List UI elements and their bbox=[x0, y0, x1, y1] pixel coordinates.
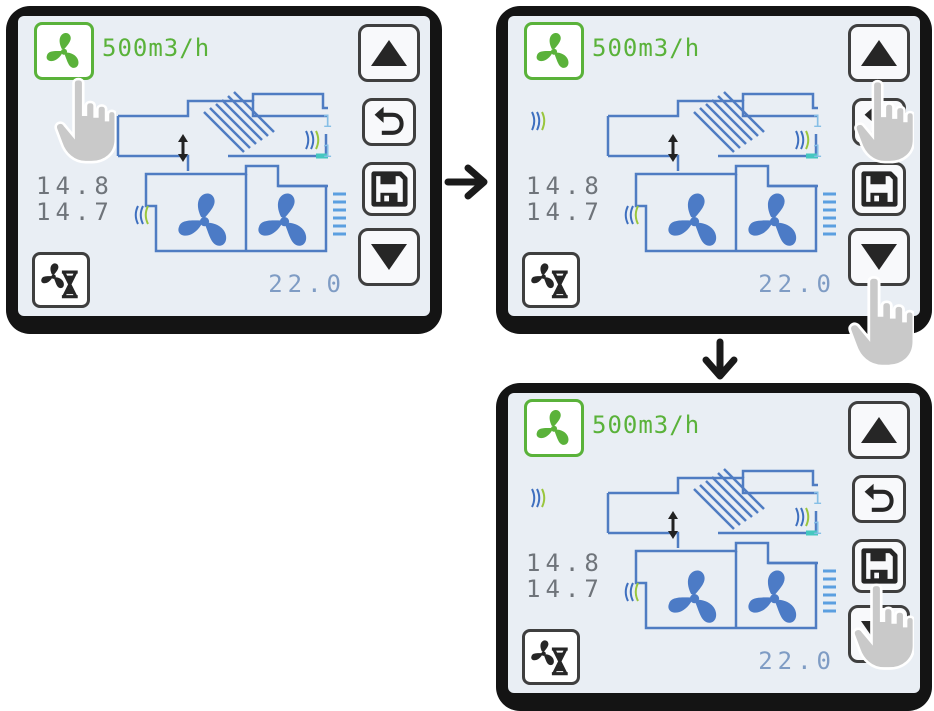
touch-screen: 500m3/h 1 1 14.8 14.7 22.0 bbox=[508, 16, 920, 316]
level-bottom: 1 bbox=[812, 519, 823, 539]
control-panel-3: 500m3/h 1 1 14.8 14.7 22.0 bbox=[496, 383, 932, 711]
level-top: 1 bbox=[812, 489, 823, 509]
triangle-up-icon bbox=[861, 417, 897, 443]
back-button[interactable] bbox=[852, 98, 906, 146]
fan-timer-icon bbox=[529, 258, 573, 302]
floppy-disk-icon bbox=[860, 170, 898, 208]
control-panel-2: 500m3/h 1 1 14.8 14.7 22.0 bbox=[496, 6, 932, 334]
touch-screen: 500m3/h 1 1 14.8 14.7 22.0 bbox=[18, 16, 430, 316]
up-button[interactable] bbox=[848, 24, 910, 82]
airflow-readout: 500m3/h bbox=[592, 34, 701, 62]
down-button[interactable] bbox=[848, 228, 910, 286]
level-bottom: 1 bbox=[322, 142, 333, 162]
undo-arrow-icon bbox=[861, 481, 897, 517]
extract-temperature: 14.7 bbox=[36, 198, 114, 226]
fan-timer-button[interactable] bbox=[522, 629, 580, 685]
inlet-airflow-icon bbox=[526, 106, 556, 136]
supply-temperature: 22.0 bbox=[758, 270, 836, 298]
extract-temperature: 14.7 bbox=[526, 575, 604, 603]
airflow-readout: 500m3/h bbox=[592, 411, 701, 439]
triangle-down-icon bbox=[861, 244, 897, 270]
outdoor-temperature: 14.8 bbox=[526, 172, 604, 200]
up-button[interactable] bbox=[358, 24, 420, 82]
ventilation-diagram bbox=[78, 86, 378, 256]
triangle-up-icon bbox=[861, 40, 897, 66]
ventilation-diagram bbox=[568, 86, 868, 256]
supply-temperature: 22.0 bbox=[758, 647, 836, 675]
fan-mode-button[interactable] bbox=[34, 22, 94, 80]
outdoor-temperature: 14.8 bbox=[526, 549, 604, 577]
ventilation-diagram bbox=[568, 463, 868, 633]
arrow-down-icon bbox=[702, 338, 738, 380]
fan-timer-button[interactable] bbox=[32, 252, 90, 308]
inlet-airflow-icon bbox=[526, 483, 556, 513]
down-button[interactable] bbox=[848, 605, 910, 663]
back-button[interactable] bbox=[852, 475, 906, 523]
undo-arrow-icon bbox=[861, 104, 897, 140]
level-bottom: 1 bbox=[812, 142, 823, 162]
fan-icon bbox=[531, 28, 577, 74]
down-button[interactable] bbox=[358, 228, 420, 286]
arrow-right-icon bbox=[444, 164, 488, 200]
outdoor-temperature: 14.8 bbox=[36, 172, 114, 200]
back-button[interactable] bbox=[362, 98, 416, 146]
level-top: 1 bbox=[812, 112, 823, 132]
triangle-down-icon bbox=[861, 621, 897, 647]
fan-timer-button[interactable] bbox=[522, 252, 580, 308]
floppy-disk-icon bbox=[370, 170, 408, 208]
fan-timer-icon bbox=[39, 258, 83, 302]
extract-temperature: 14.7 bbox=[526, 198, 604, 226]
supply-temperature: 22.0 bbox=[268, 270, 346, 298]
fan-mode-button[interactable] bbox=[524, 22, 584, 80]
save-button[interactable] bbox=[852, 162, 906, 216]
level-top: 1 bbox=[322, 112, 333, 132]
airflow-readout: 500m3/h bbox=[102, 34, 211, 62]
save-button[interactable] bbox=[852, 539, 906, 593]
fan-mode-button[interactable] bbox=[524, 399, 584, 457]
floppy-disk-icon bbox=[860, 547, 898, 585]
control-panel-1: 500m3/h 1 1 14.8 14.7 22.0 bbox=[6, 6, 442, 334]
save-button[interactable] bbox=[362, 162, 416, 216]
undo-arrow-icon bbox=[371, 104, 407, 140]
touch-screen: 500m3/h 1 1 14.8 14.7 22.0 bbox=[508, 393, 920, 693]
fan-icon bbox=[531, 405, 577, 451]
triangle-up-icon bbox=[371, 40, 407, 66]
fan-icon bbox=[41, 28, 87, 74]
fan-timer-icon bbox=[529, 635, 573, 679]
triangle-down-icon bbox=[371, 244, 407, 270]
up-button[interactable] bbox=[848, 401, 910, 459]
